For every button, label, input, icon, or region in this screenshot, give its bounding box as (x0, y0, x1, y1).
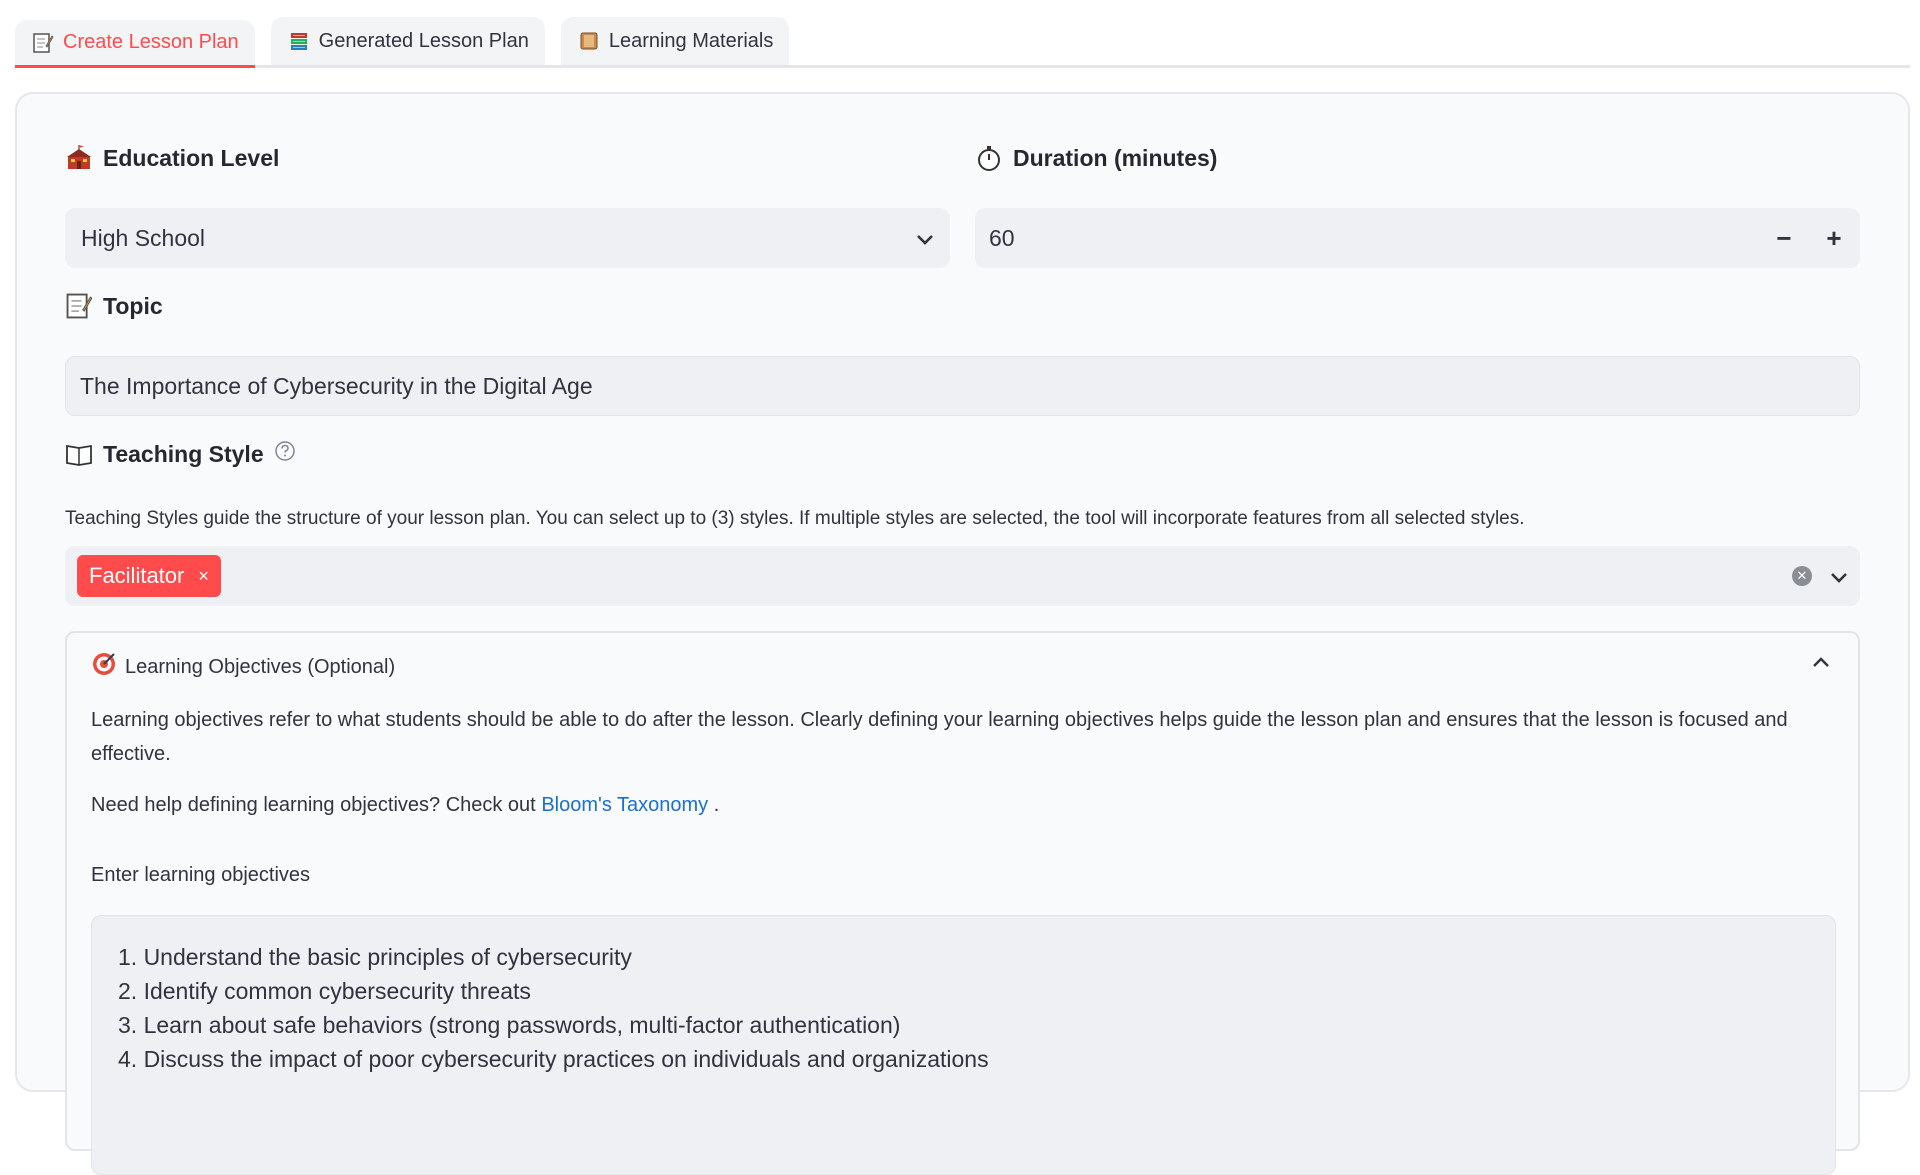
tab-generated-lesson-plan[interactable]: Generated Lesson Plan (270, 17, 545, 65)
tab-label: Create Lesson Plan (63, 31, 239, 53)
expander-header[interactable]: Learning Objectives (Optional) (91, 651, 395, 683)
topic-label: Topic (65, 292, 163, 320)
school-icon (65, 144, 93, 172)
tab-learning-materials[interactable]: Learning Materials (560, 17, 790, 65)
topic-input[interactable]: The Importance of Cybersecurity in the D… (65, 356, 1860, 416)
chevron-up-icon[interactable] (1812, 655, 1830, 673)
teaching-style-label: Teaching Style (65, 440, 296, 468)
help-prefix: Need help defining learning objectives? … (91, 794, 536, 816)
teaching-style-description: Teaching Styles guide the structure of y… (65, 508, 1525, 529)
label-text: Education Level (103, 144, 280, 171)
tab-bar: Create Lesson Plan Generated Lesson Plan… (15, 17, 1910, 68)
tab-label: Generated Lesson Plan (318, 29, 529, 52)
objective-line: 1. Understand the basic principles of cy… (118, 944, 632, 970)
objective-line: 4. Discuss the impact of poor cybersecur… (118, 1046, 989, 1072)
tab-label: Learning Materials (608, 29, 774, 52)
target-icon (91, 651, 117, 683)
open-book-icon (65, 440, 93, 468)
duration-label: Duration (minutes) (975, 144, 1217, 172)
education-level-select[interactable]: High School (65, 208, 950, 268)
objectives-description: Learning objectives refer to what studen… (91, 709, 1788, 765)
tab-create-lesson-plan[interactable]: Create Lesson Plan (15, 20, 255, 68)
label-text: Duration (minutes) (1013, 144, 1218, 171)
topic-value: The Importance of Cybersecurity in the D… (80, 372, 593, 399)
chevron-down-icon[interactable] (916, 225, 934, 252)
book-icon (577, 29, 601, 53)
expander-title: Learning Objectives (Optional) (125, 655, 396, 678)
stopwatch-icon (975, 144, 1003, 172)
chevron-down-icon[interactable] (1830, 563, 1848, 590)
help-icon[interactable] (274, 440, 296, 468)
increment-button[interactable]: + (1822, 223, 1846, 254)
help-suffix: . (713, 794, 720, 816)
chip-remove-icon[interactable]: × (198, 566, 209, 587)
education-level-label: Education Level (65, 144, 279, 172)
clear-all-icon[interactable]: ✕ (1792, 566, 1812, 586)
selected-style-chip: Facilitator × (77, 555, 221, 597)
label-text: Teaching Style (103, 440, 264, 467)
memo-icon (31, 31, 55, 55)
learning-objectives-textarea[interactable]: 1. Understand the basic principles of cy… (91, 915, 1836, 1175)
form-panel: Education Level High School Duration (mi… (15, 92, 1910, 1175)
blooms-taxonomy-link[interactable]: Bloom's Taxonomy (541, 794, 708, 816)
objectives-help-line: Need help defining learning objectives? … (91, 788, 1831, 822)
duration-input[interactable]: 60 − + (975, 208, 1860, 268)
books-icon (287, 29, 311, 53)
objective-line: 2. Identify common cybersecurity threats (118, 978, 531, 1004)
teaching-style-multiselect[interactable]: Facilitator × ✕ (65, 546, 1860, 606)
objective-line: 3. Learn about safe behaviors (strong pa… (118, 1012, 901, 1038)
learning-objectives-expander: Learning Objectives (Optional) Learning … (65, 631, 1860, 1175)
label-text: Topic (103, 292, 163, 319)
duration-value[interactable]: 60 (989, 225, 1015, 252)
selected-value: High School (81, 224, 206, 251)
objectives-input-label: Enter learning objectives (91, 864, 311, 886)
chip-label: Facilitator (89, 563, 185, 588)
decrement-button[interactable]: − (1772, 223, 1796, 254)
memo-icon (65, 292, 93, 320)
